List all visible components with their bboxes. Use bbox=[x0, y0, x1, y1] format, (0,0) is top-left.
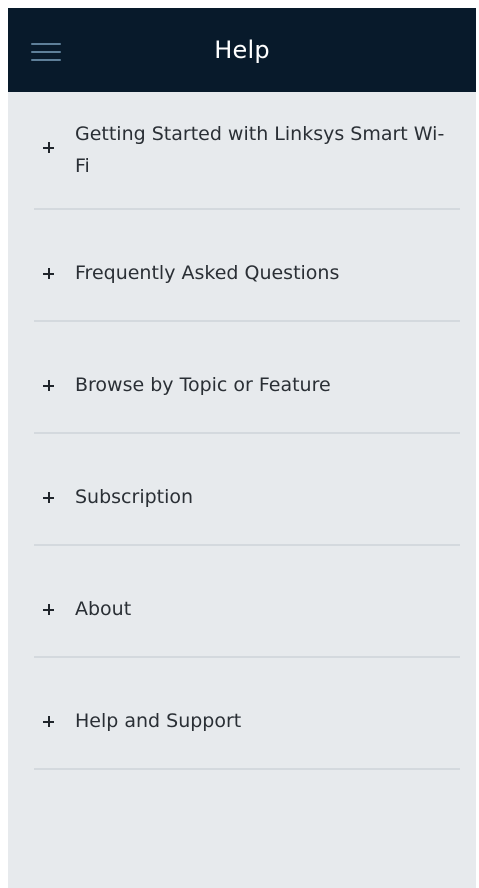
plus-icon bbox=[40, 139, 58, 157]
help-screen: Help Getting Started with Linksys Smart … bbox=[8, 8, 476, 888]
help-item-label: Browse by Topic or Feature bbox=[75, 374, 331, 396]
help-item-getting-started[interactable]: Getting Started with Linksys Smart Wi-Fi bbox=[8, 92, 476, 216]
plus-icon bbox=[40, 265, 58, 283]
help-item-label: Frequently Asked Questions bbox=[75, 262, 340, 284]
help-item-label: About bbox=[75, 598, 132, 620]
divider bbox=[34, 208, 460, 210]
divider bbox=[34, 544, 460, 546]
help-item-label: Help and Support bbox=[75, 710, 242, 732]
page-title: Help bbox=[214, 36, 270, 64]
help-item-browse-topic[interactable]: Browse by Topic or Feature bbox=[8, 328, 476, 440]
divider bbox=[34, 768, 460, 770]
plus-icon bbox=[40, 713, 58, 731]
help-item-about[interactable]: About bbox=[8, 552, 476, 664]
divider bbox=[34, 432, 460, 434]
plus-icon bbox=[40, 601, 58, 619]
help-item-help-support[interactable]: Help and Support bbox=[8, 664, 476, 776]
help-item-faq[interactable]: Frequently Asked Questions bbox=[8, 216, 476, 328]
plus-icon bbox=[40, 377, 58, 395]
help-item-label: Getting Started with Linksys Smart Wi-Fi bbox=[75, 123, 445, 177]
help-item-label: Subscription bbox=[75, 486, 194, 508]
divider bbox=[34, 320, 460, 322]
divider bbox=[34, 656, 460, 658]
plus-icon bbox=[40, 489, 58, 507]
help-item-subscription[interactable]: Subscription bbox=[8, 440, 476, 552]
top-app-bar: Help bbox=[8, 8, 476, 92]
